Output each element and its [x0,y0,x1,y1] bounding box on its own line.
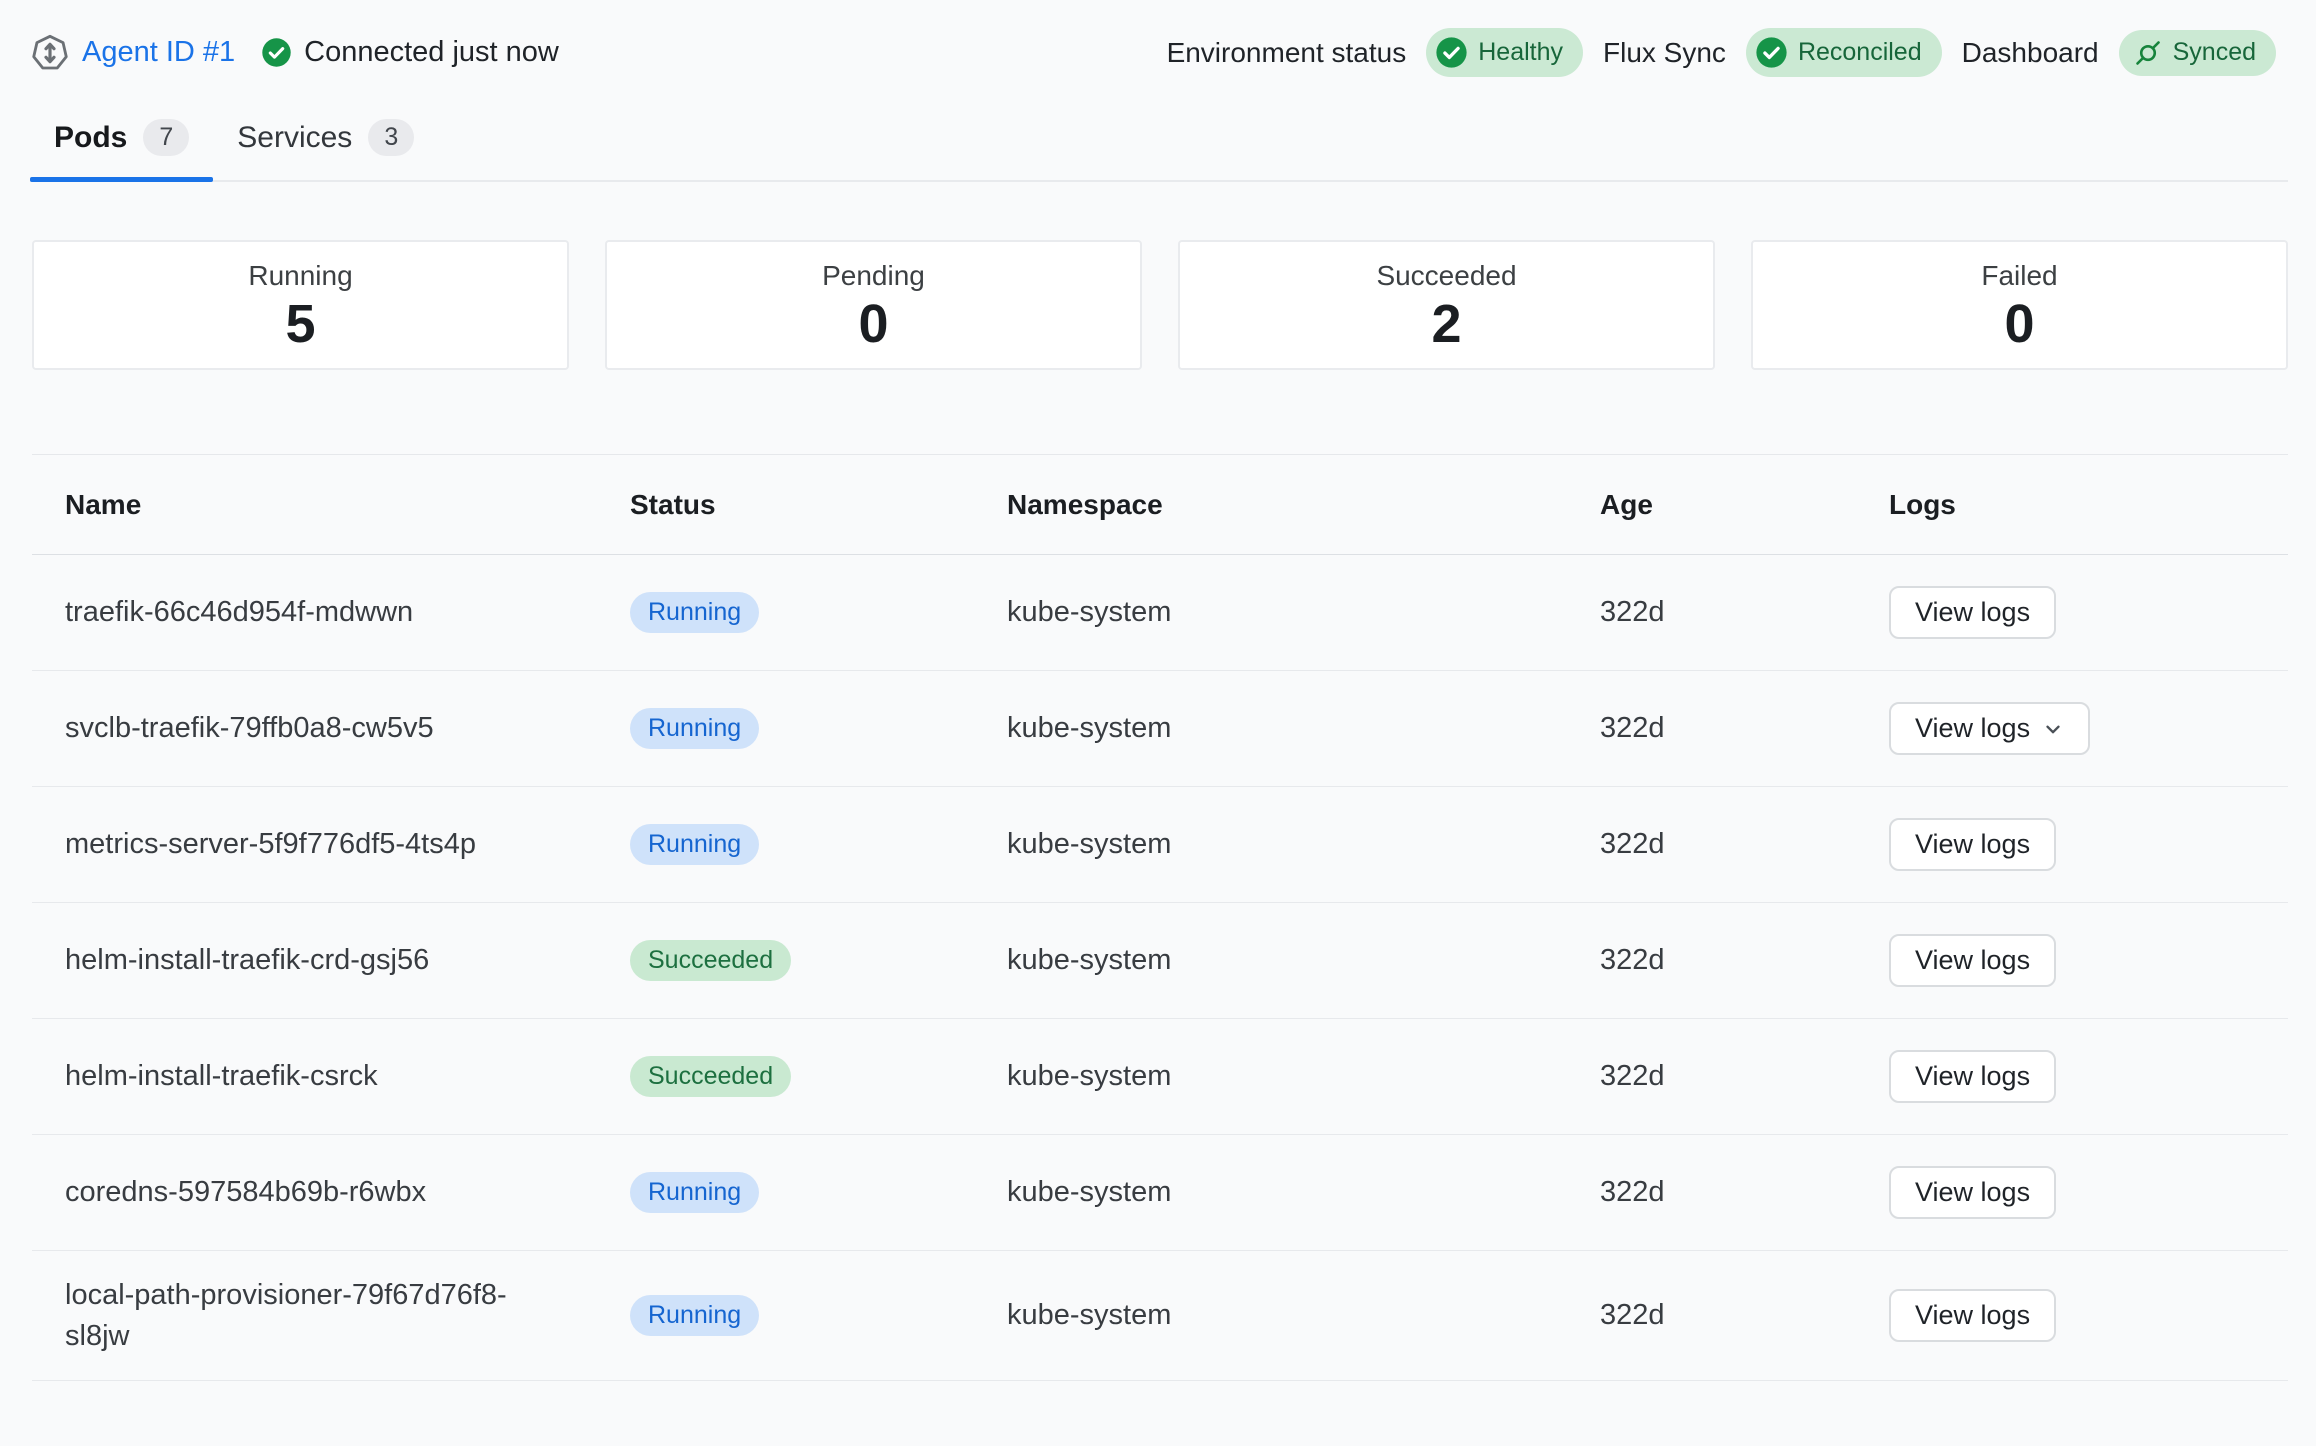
stat-label: Succeeded [1376,260,1516,292]
pod-namespace: kube-system [1007,1176,1570,1209]
view-logs-label: View logs [1915,713,2030,744]
status-badge: Running [630,1172,759,1213]
agent-icon [30,33,70,73]
column-header-logs: Logs [1857,489,2288,521]
tab-pods[interactable]: Pods 7 [30,113,213,180]
view-logs-label: View logs [1915,1177,2030,1208]
view-logs-label: View logs [1915,829,2030,860]
status-badge: Running [630,708,759,749]
view-logs-button[interactable]: View logs [1889,818,2056,871]
tab-services-label: Services [237,121,352,155]
synced-badge: Synced [2119,30,2276,76]
table-header-row: Name Status Namespace Age Logs [32,455,2288,555]
pod-age: 322d [1570,712,1857,745]
check-circle-icon [1755,36,1788,69]
connection-status-text: Connected just now [304,36,559,69]
check-circle-icon [1435,36,1468,69]
flux-sync-label: Flux Sync [1603,37,1726,69]
view-logs-label: View logs [1915,1061,2030,1092]
table-row: traefik-66c46d954f-mdwwn Running kube-sy… [32,555,2288,671]
sync-link-icon [2133,38,2163,68]
pod-age: 322d [1570,1176,1857,1209]
pod-age: 322d [1570,1299,1857,1332]
pod-name: local-path-provisioner-79f67d76f8-sl8jw [32,1275,577,1356]
chevron-down-icon [2042,718,2064,740]
pod-age: 322d [1570,944,1857,977]
status-badge: Succeeded [630,1056,791,1097]
pod-age: 322d [1570,1060,1857,1093]
environment-status-label: Environment status [1167,37,1407,69]
status-badge: Running [630,1295,759,1336]
stat-label: Pending [822,260,925,292]
pods-table: Name Status Namespace Age Logs traefik-6… [32,454,2288,1381]
table-row: coredns-597584b69b-r6wbx Running kube-sy… [32,1135,2288,1251]
pod-namespace: kube-system [1007,1299,1570,1332]
view-logs-button[interactable]: View logs [1889,1166,2056,1219]
environment-status-group: Environment status Healthy Flux Sync Rec… [1167,28,2276,77]
view-logs-label: View logs [1915,597,2030,628]
pod-stats-row: Running 5 Pending 0 Succeeded 2 Failed 0 [32,240,2288,370]
stat-label: Failed [1981,260,2057,292]
tab-services[interactable]: Services 3 [213,113,438,180]
view-logs-label: View logs [1915,1300,2030,1331]
reconciled-badge-label: Reconciled [1798,38,1922,67]
pod-namespace: kube-system [1007,944,1570,977]
status-badge: Running [630,824,759,865]
pod-name: svclb-traefik-79ffb0a8-cw5v5 [32,708,577,749]
column-header-name: Name [32,485,577,524]
dashboard-label: Dashboard [1962,37,2099,69]
view-logs-button[interactable]: View logs [1889,586,2056,639]
table-row: helm-install-traefik-csrck Succeeded kub… [32,1019,2288,1135]
pod-name: traefik-66c46d954f-mdwwn [32,592,577,633]
view-logs-button[interactable]: View logs [1889,1050,2056,1103]
pod-age: 322d [1570,828,1857,861]
topbar: Agent ID #1 Connected just now Environme… [0,0,2316,77]
tab-pods-count-badge: 7 [143,119,189,156]
reconciled-badge: Reconciled [1746,28,1942,77]
view-logs-button[interactable]: View logs [1889,1289,2056,1342]
pod-name: helm-install-traefik-csrck [32,1056,577,1097]
table-row: local-path-provisioner-79f67d76f8-sl8jw … [32,1251,2288,1381]
stat-value: 5 [285,297,315,351]
view-logs-label: View logs [1915,945,2030,976]
status-badge: Running [630,592,759,633]
pod-age: 322d [1570,596,1857,629]
stat-card-running: Running 5 [32,240,569,370]
table-row: svclb-traefik-79ffb0a8-cw5v5 Running kub… [32,671,2288,787]
connected-check-icon [261,37,292,68]
tab-pods-label: Pods [54,121,127,155]
pod-namespace: kube-system [1007,828,1570,861]
agent-id-link[interactable]: Agent ID #1 [82,36,235,69]
tab-bar: Pods 7 Services 3 [30,113,2288,182]
pod-namespace: kube-system [1007,596,1570,629]
agent-status-group: Agent ID #1 Connected just now [30,33,559,73]
stat-card-failed: Failed 0 [1751,240,2288,370]
pod-name: helm-install-traefik-crd-gsj56 [32,940,577,981]
view-logs-button[interactable]: View logs [1889,934,2056,987]
synced-badge-label: Synced [2173,38,2256,67]
pod-namespace: kube-system [1007,1060,1570,1093]
pod-name: coredns-597584b69b-r6wbx [32,1172,577,1213]
pod-namespace: kube-system [1007,712,1570,745]
stat-card-succeeded: Succeeded 2 [1178,240,1715,370]
column-header-namespace: Namespace [1007,489,1570,521]
tab-services-count-badge: 3 [368,119,414,156]
column-header-age: Age [1570,489,1857,521]
healthy-badge: Healthy [1426,28,1583,77]
column-header-status: Status [630,489,1007,521]
stat-card-pending: Pending 0 [605,240,1142,370]
view-logs-dropdown-button[interactable]: View logs [1889,702,2090,755]
table-row: helm-install-traefik-crd-gsj56 Succeeded… [32,903,2288,1019]
healthy-badge-label: Healthy [1478,38,1563,67]
stat-label: Running [248,260,352,292]
table-row: metrics-server-5f9f776df5-4ts4p Running … [32,787,2288,903]
status-badge: Succeeded [630,940,791,981]
stat-value: 2 [1431,297,1461,351]
pod-name: metrics-server-5f9f776df5-4ts4p [32,824,577,865]
stat-value: 0 [2004,297,2034,351]
stat-value: 0 [858,297,888,351]
